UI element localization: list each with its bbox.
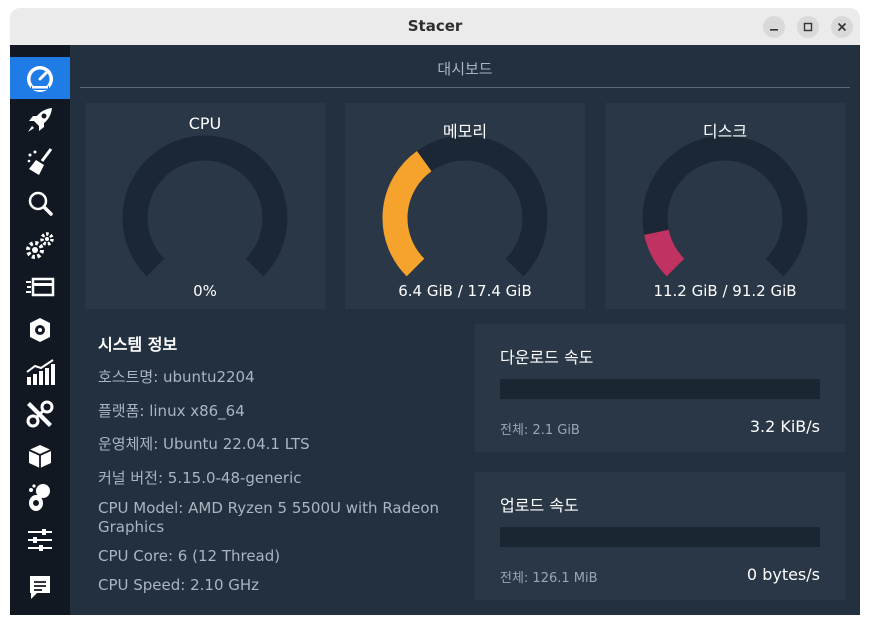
uninstaller-icon [30, 318, 50, 342]
dashboard-icon [27, 66, 53, 92]
sidebar-item-settings[interactable] [10, 519, 70, 561]
disk-title: 디스크 [702, 122, 748, 141]
upload-graph [500, 527, 820, 547]
sidebar-item-apt-repository[interactable] [10, 435, 70, 477]
sidebar-item-search[interactable] [10, 183, 70, 225]
page-title: 대시보드 [437, 60, 493, 78]
close-icon [837, 22, 847, 32]
cpu-gauge-card: CPU 0% [85, 103, 325, 309]
sidebar-item-gnome-settings[interactable] [10, 477, 70, 519]
system-info-title: 시스템 정보 [98, 335, 178, 354]
title-bar[interactable]: Stacer [10, 8, 860, 46]
dashboard-panel: 대시보드 CPU 0% 메모리 6.4 GiB / 17.4 GiB 디스크 1… [70, 45, 860, 615]
rocket-icon [28, 108, 52, 132]
sidebar-item-startup[interactable] [10, 99, 70, 141]
upload-total: 전체: 126.1 MiB [500, 571, 598, 586]
sidebar-item-dashboard[interactable] [10, 57, 70, 99]
download-title: 다운로드 속도 [500, 348, 594, 367]
system-info-os: 운영체제: Ubuntu 22.04.1 LTS [98, 435, 310, 453]
settings-sliders-icon [28, 529, 52, 551]
broom-icon [27, 148, 53, 175]
close-button[interactable] [831, 16, 853, 38]
title-divider [80, 87, 850, 88]
upload-speed: 0 bytes/s [746, 565, 820, 584]
upload-speed-card: 업로드 속도 전체: 126.1 MiB 0 bytes/s [475, 472, 845, 600]
sidebar-item-feedback[interactable] [10, 566, 70, 608]
system-info-cpu-speed: CPU Speed: 2.10 GHz [98, 576, 260, 594]
sidebar-item-helpers[interactable] [10, 393, 70, 435]
sidebar-item-services[interactable] [10, 225, 70, 267]
minimize-icon [770, 29, 778, 31]
tools-icon [26, 400, 54, 428]
download-speed: 3.2 KiB/s [749, 417, 820, 436]
sidebar-item-uninstaller[interactable] [10, 309, 70, 351]
memory-value: 6.4 GiB / 17.4 GiB [398, 282, 532, 300]
system-info-kernel: 커널 버전: 5.15.0-48-generic [98, 469, 302, 487]
system-info-cpu-model: CPU Model: AMD Ryzen 5 5500U with Radeon… [98, 499, 440, 536]
disk-gauge-card: 디스크 11.2 GiB / 91.2 GiB [605, 103, 845, 309]
system-info-hostname: 호스트명: ubuntu2204 [98, 368, 255, 386]
sidebar-item-cleaner[interactable] [10, 141, 70, 183]
cpu-gauge [122, 135, 288, 277]
system-info-cpu-core: CPU Core: 6 (12 Thread) [98, 547, 281, 565]
memory-title: 메모리 [442, 122, 488, 141]
gears-icon [26, 232, 54, 259]
disk-value: 11.2 GiB / 91.2 GiB [653, 282, 797, 300]
memory-gauge-card: 메모리 6.4 GiB / 17.4 GiB [345, 103, 585, 309]
download-graph [500, 379, 820, 399]
cpu-title: CPU [188, 114, 222, 133]
system-info-platform: 플랫폼: linux x86_64 [98, 402, 245, 420]
sidebar-item-processes[interactable] [10, 267, 70, 309]
minimize-button[interactable] [763, 16, 785, 38]
download-speed-card: 다운로드 속도 전체: 2.1 GiB 3.2 KiB/s [475, 324, 845, 452]
search-icon [28, 191, 53, 216]
sidebar-item-resources[interactable] [10, 351, 70, 393]
package-icon [28, 445, 52, 468]
resources-chart-icon [26, 359, 55, 385]
cpu-value: 0% [193, 282, 217, 300]
sidebar [10, 45, 70, 615]
maximize-button[interactable] [797, 16, 819, 38]
window-title: Stacer [407, 17, 463, 35]
app-window: Stacer 대시보드 CPU 0% 메모리 6.4 GiB / 17.4 Gi… [0, 0, 870, 625]
feedback-icon [30, 576, 50, 599]
gnome-icon [29, 484, 50, 511]
maximize-icon [803, 22, 813, 32]
processes-icon [26, 277, 55, 297]
download-total: 전체: 2.1 GiB [500, 423, 580, 438]
upload-title: 업로드 속도 [500, 496, 579, 515]
